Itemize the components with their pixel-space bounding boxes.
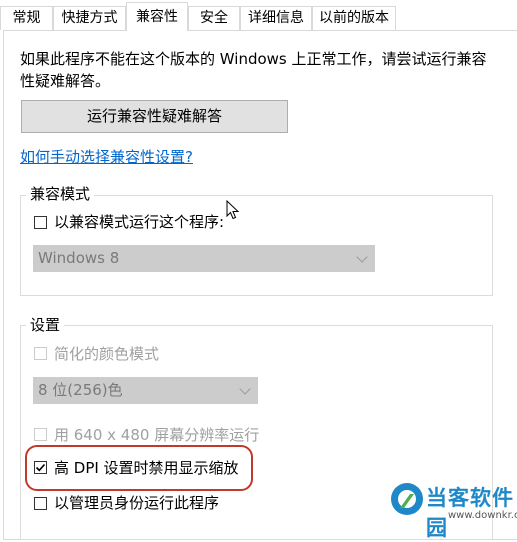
intro-line-1: 如果此程序不能在这个版本的 Windows 上正常工作，请尝试运行兼容 [20,50,487,68]
run-troubleshooter-button[interactable]: 运行兼容性疑难解答 [21,100,288,133]
mouse-cursor-icon [226,200,240,220]
resolution-label: 用 640 x 480 屏幕分辨率运行 [54,426,260,444]
tab-details[interactable]: 详细信息 [240,6,312,30]
intro-line-2: 性疑难解答。 [20,72,111,90]
compat-mode-legend: 兼容模式 [26,185,95,203]
brand-url: www.downkr.com [448,510,517,521]
reduced-color-checkbox[interactable] [34,347,47,360]
compat-mode-label: 以兼容模式运行这个程序: [54,213,225,231]
intro-text: 如果此程序不能在这个版本的 Windows 上正常工作，请尝试运行兼容 性疑难解… [20,48,500,92]
tab-general[interactable]: 常规 [0,6,53,30]
tab-bar: 常规 快捷方式 兼容性 安全 详细信息 以前的版本 [0,0,517,31]
settings-legend: 设置 [26,316,65,334]
tab-security[interactable]: 安全 [188,6,240,30]
tab-previous-versions[interactable]: 以前的版本 [312,6,396,30]
watermark-logo: 当客软件园 www.downkr.com [390,480,517,540]
resolution-checkbox[interactable] [34,428,47,441]
reduced-color-label: 简化的颜色模式 [54,345,160,363]
color-mode-value: 8 位(256)色 [38,381,123,399]
os-version-select[interactable]: Windows 8 [33,245,375,272]
brand-logo-icon [391,483,423,515]
compat-mode-checkbox[interactable] [34,216,47,229]
highlight-annotation [25,445,253,491]
tab-compatibility[interactable]: 兼容性 [126,2,188,31]
tab-shortcut[interactable]: 快捷方式 [53,6,126,30]
run-as-admin-checkbox[interactable] [34,497,47,510]
color-mode-select[interactable]: 8 位(256)色 [33,377,258,404]
manual-compat-settings-link[interactable]: 如何手动选择兼容性设置? [20,146,193,167]
os-version-value: Windows 8 [38,249,120,267]
run-as-admin-label: 以管理员身份运行此程序 [54,494,220,512]
